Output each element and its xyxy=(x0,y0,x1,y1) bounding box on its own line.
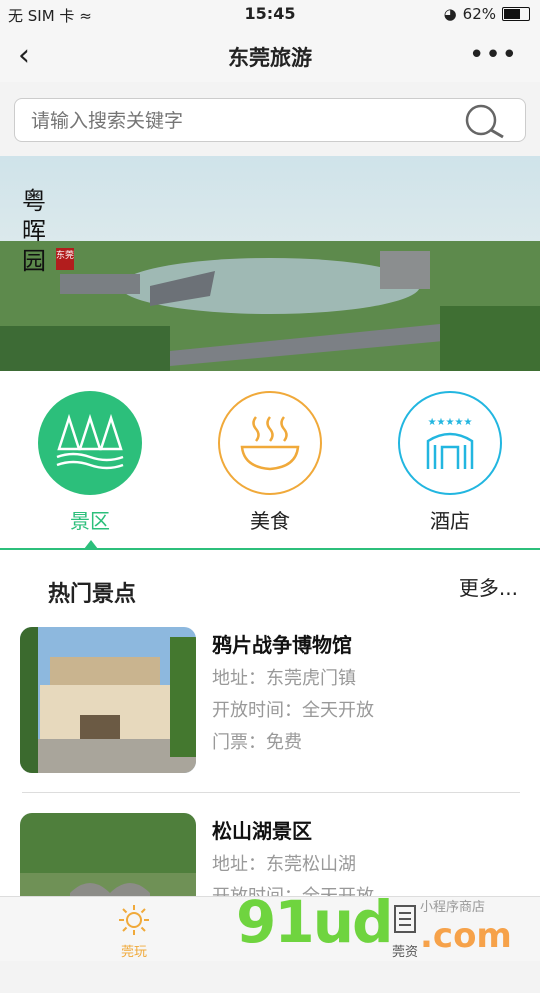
category-hotel[interactable]: ★★★★★ 酒店 xyxy=(395,391,505,534)
watermark-domain: .com xyxy=(420,916,512,956)
battery-percent: 62% xyxy=(462,5,496,23)
sun-icon xyxy=(119,905,149,935)
attraction-name: 鸦片战争博物馆 xyxy=(212,633,352,657)
banner-calligraphy: 粤晖园 xyxy=(22,187,46,275)
item-divider xyxy=(22,792,520,793)
tab-play[interactable]: 莞玩 xyxy=(94,903,174,960)
category-label: 景区 xyxy=(70,509,110,533)
page-title: 东莞旅游 xyxy=(228,46,312,70)
attraction-address: 地址：东莞松山湖 xyxy=(212,854,356,875)
category-label: 酒店 xyxy=(430,509,470,533)
more-menu-icon[interactable]: ••• xyxy=(469,40,518,70)
banner-image[interactable]: 粤晖园 东莞 xyxy=(0,156,540,371)
category-scenic[interactable]: 景区 xyxy=(35,391,145,534)
tab-label: 莞玩 xyxy=(120,945,147,960)
lock-rotation-icon: ◕ xyxy=(443,5,457,23)
attraction-item[interactable]: 鸦片战争博物馆 地址：东莞虎门镇 开放时间：全天开放 门票：免费 xyxy=(0,627,540,807)
attraction-hours: 开放时间：全天开放 xyxy=(212,700,374,721)
status-bar: 无 SIM 卡 ≈ 15:45 ◕ 62% xyxy=(0,0,540,30)
category-food[interactable]: 美食 xyxy=(215,391,325,534)
banner-stamp: 东莞 xyxy=(56,248,74,270)
trees-icon xyxy=(56,413,124,470)
attraction-name: 松山湖景区 xyxy=(212,819,312,843)
search-section xyxy=(0,84,540,156)
search-box[interactable] xyxy=(14,98,526,142)
food-bowl-icon xyxy=(240,416,300,471)
category-label: 美食 xyxy=(250,509,290,533)
navigation-bar: ‹ 东莞旅游 ••• xyxy=(0,30,540,82)
section-title: 热门景点 xyxy=(48,582,137,607)
battery-icon xyxy=(502,7,530,21)
search-icon[interactable] xyxy=(461,103,507,139)
search-input[interactable] xyxy=(29,107,453,135)
watermark-logo: 91ud xyxy=(236,888,394,956)
banner-scenery xyxy=(0,156,540,371)
attraction-ticket: 门票：免费 xyxy=(212,732,302,753)
category-active-indicator xyxy=(84,540,98,549)
attraction-thumbnail xyxy=(20,627,196,773)
hotel-icon: ★★★★★ xyxy=(426,417,474,469)
watermark-shop: 小程序商店 xyxy=(420,900,486,915)
document-icon xyxy=(394,905,416,933)
category-bar: 景区 美食 ★★★★★ 酒店 xyxy=(0,371,540,551)
hot-attractions: 热门景点 更多... 鸦片战争博物馆 地址：东莞虎门镇 开放时间：全天开放 门票… xyxy=(0,550,540,959)
svg-text:★★★★★: ★★★★★ xyxy=(428,417,473,428)
attraction-address: 地址：东莞虎门镇 xyxy=(212,668,356,689)
more-link[interactable]: 更多... xyxy=(459,572,518,601)
